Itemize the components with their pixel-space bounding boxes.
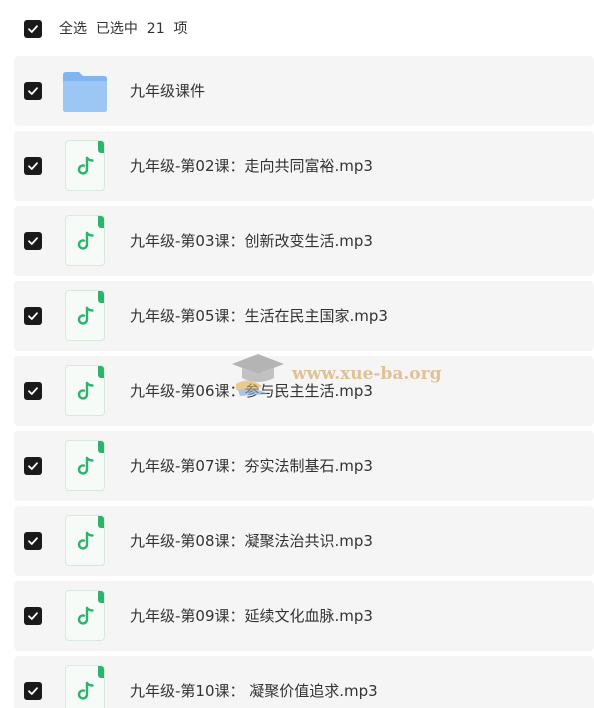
item-checkbox[interactable] — [24, 157, 42, 175]
check-icon — [28, 87, 38, 95]
file-name: 九年级-第10课： 凝聚价值追求.mp3 — [130, 682, 378, 700]
file-list: 九年级课件 九年级-第02课：走向共同富裕.mp3 九年级-第03课：创新改变生… — [14, 56, 594, 708]
list-item[interactable]: 九年级-第02课：走向共同富裕.mp3 — [14, 131, 594, 201]
selection-header: 全选 已选中 21 项 — [0, 0, 594, 56]
audio-file-icon — [65, 290, 105, 341]
item-checkbox[interactable] — [24, 457, 42, 475]
music-note-icon — [77, 531, 94, 550]
item-checkbox[interactable] — [24, 682, 42, 700]
check-icon — [28, 162, 38, 170]
list-item[interactable]: 九年级-第07课：夯实法制基石.mp3 — [14, 431, 594, 501]
music-note-icon — [77, 456, 94, 475]
list-item[interactable]: 九年级-第05课：生活在民主国家.mp3 — [14, 281, 594, 351]
file-name: 九年级-第08课：凝聚法治共识.mp3 — [130, 532, 373, 550]
list-item[interactable]: 九年级课件 — [14, 56, 594, 126]
list-item[interactable]: 九年级-第10课： 凝聚价值追求.mp3 — [14, 656, 594, 708]
audio-file-icon — [65, 215, 105, 266]
check-icon — [28, 462, 38, 470]
music-note-icon — [77, 156, 94, 175]
folder-icon — [63, 72, 107, 112]
check-icon — [28, 387, 38, 395]
check-icon — [28, 237, 38, 245]
music-note-icon — [77, 231, 94, 250]
check-icon — [28, 25, 38, 33]
list-item[interactable]: 九年级-第03课：创新改变生活.mp3 — [14, 206, 594, 276]
file-name: 九年级-第05课：生活在民主国家.mp3 — [130, 307, 388, 325]
select-all-checkbox[interactable] — [24, 20, 42, 38]
check-icon — [28, 612, 38, 620]
file-name: 九年级-第02课：走向共同富裕.mp3 — [130, 157, 373, 175]
file-name: 九年级-第06课：参与民主生活.mp3 — [130, 382, 373, 400]
file-name: 九年级-第09课：延续文化血脉.mp3 — [130, 607, 373, 625]
file-name: 九年级-第07课：夯实法制基石.mp3 — [130, 457, 373, 475]
list-item[interactable]: 九年级-第08课：凝聚法治共识.mp3 — [14, 506, 594, 576]
audio-file-icon — [65, 140, 105, 191]
music-note-icon — [77, 606, 94, 625]
check-icon — [28, 537, 38, 545]
file-name: 九年级课件 — [130, 82, 206, 100]
audio-file-icon — [65, 590, 105, 641]
item-checkbox[interactable] — [24, 532, 42, 550]
check-icon — [28, 687, 38, 695]
audio-file-icon — [65, 365, 105, 416]
audio-file-icon — [65, 665, 105, 708]
item-checkbox[interactable] — [24, 382, 42, 400]
music-note-icon — [77, 306, 94, 325]
item-checkbox[interactable] — [24, 82, 42, 100]
item-checkbox[interactable] — [24, 307, 42, 325]
check-icon — [28, 312, 38, 320]
item-checkbox[interactable] — [24, 607, 42, 625]
audio-file-icon — [65, 440, 105, 491]
file-name: 九年级-第03课：创新改变生活.mp3 — [130, 232, 373, 250]
music-note-icon — [77, 681, 94, 700]
selection-count-label: 全选 已选中 21 项 — [59, 21, 188, 37]
list-item[interactable]: 九年级-第06课：参与民主生活.mp3 — [14, 356, 594, 426]
audio-file-icon — [65, 515, 105, 566]
music-note-icon — [77, 381, 94, 400]
list-item[interactable]: 九年级-第09课：延续文化血脉.mp3 — [14, 581, 594, 651]
item-checkbox[interactable] — [24, 232, 42, 250]
